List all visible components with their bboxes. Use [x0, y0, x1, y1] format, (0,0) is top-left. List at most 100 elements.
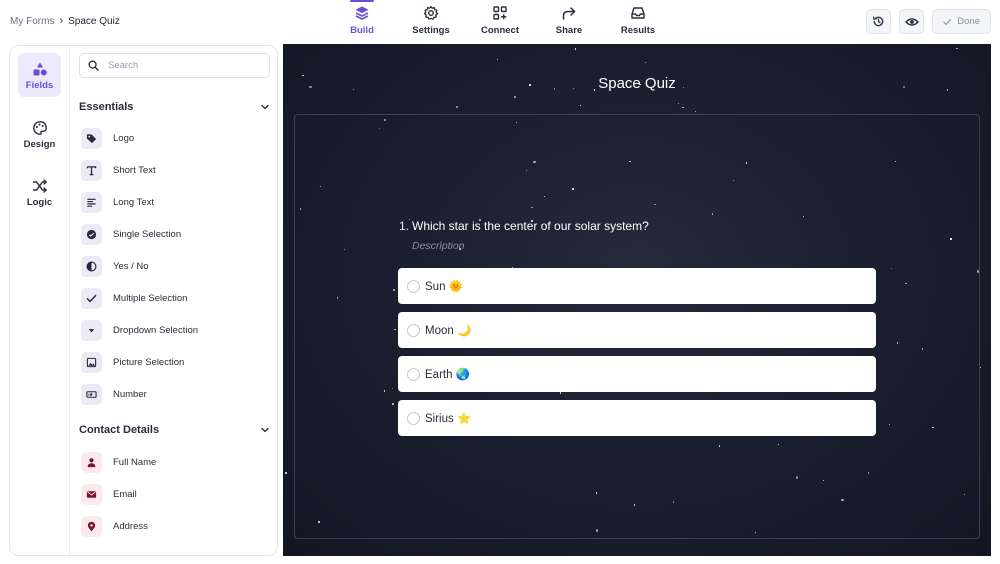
star-dot: [497, 58, 499, 61]
dropdown-icon: [81, 319, 102, 341]
builder-sidebar: Fields Design Logic Search Essentials Lo…: [9, 45, 278, 556]
rail-item-fields[interactable]: Fields: [18, 53, 61, 97]
location-pin-icon: [81, 515, 102, 537]
field-item-label: Long Text: [113, 196, 155, 208]
field-item-yes-no[interactable]: Yes / No: [81, 254, 266, 278]
answer-option-label: Moon 🌙: [425, 325, 472, 337]
answer-option[interactable]: Sun 🌞: [398, 268, 876, 304]
field-item-label: Dropdown Selection: [113, 324, 199, 336]
question-title[interactable]: Which star is the center of our solar sy…: [412, 219, 649, 233]
field-item-single-selection[interactable]: Single Selection: [81, 222, 266, 246]
field-item-label: Yes / No: [113, 260, 149, 272]
question-number: 1.: [399, 219, 410, 233]
tab-settings-label: Settings: [412, 25, 450, 36]
tab-build[interactable]: Build: [332, 0, 392, 36]
history-button[interactable]: [866, 9, 891, 34]
star-dot: [574, 48, 577, 50]
check-circle-icon: [81, 223, 102, 245]
grid-plus-icon: [493, 6, 507, 20]
field-item-label: Picture Selection: [113, 356, 185, 368]
field-item-full-name[interactable]: Full Name: [81, 450, 266, 474]
palette-icon: [32, 121, 47, 135]
gear-icon: [423, 5, 439, 20]
tab-results[interactable]: Results: [608, 5, 668, 36]
field-item-number[interactable]: Number: [81, 382, 266, 406]
answer-option-label: Earth 🌏: [425, 369, 471, 381]
rail-item-fields-label: Fields: [25, 80, 54, 91]
radio-button[interactable]: [407, 411, 420, 425]
tab-results-label: Results: [620, 25, 656, 36]
tab-connect[interactable]: Connect: [470, 5, 530, 36]
field-item-short-text[interactable]: Short Text: [81, 158, 266, 182]
radio-button[interactable]: [407, 323, 420, 337]
field-item-label: Address: [113, 520, 148, 532]
tab-share-label: Share: [555, 25, 583, 36]
answer-option[interactable]: Sirius ⭐: [398, 400, 876, 436]
chevron-down-icon: [261, 104, 269, 110]
field-item-label: Multiple Selection: [113, 292, 188, 304]
active-tab-indicator: [350, 0, 374, 2]
number-icon: [81, 383, 102, 405]
text-t-icon: [81, 159, 102, 181]
star-dot: [695, 110, 697, 113]
rail-item-logic[interactable]: Logic: [18, 170, 61, 214]
done-button[interactable]: Done: [932, 9, 991, 34]
tab-settings[interactable]: Settings: [401, 5, 461, 36]
field-item-label: Email: [113, 488, 137, 500]
field-item-label: Short Text: [113, 164, 156, 176]
chevron-down-icon: [261, 427, 269, 433]
top-bar: My Forms › Space Quiz Build Settings Con…: [0, 0, 1000, 44]
align-left-icon: [81, 191, 102, 213]
field-item-label: Single Selection: [113, 228, 182, 240]
search-icon: [88, 60, 99, 71]
answer-option-label: Sirius ⭐: [425, 413, 472, 425]
section-essentials-header[interactable]: Essentials: [79, 99, 270, 115]
check-icon: [943, 18, 951, 25]
person-icon: [81, 451, 102, 473]
image-icon: [81, 351, 102, 373]
field-item-logo[interactable]: Logo: [81, 126, 266, 150]
preview-button[interactable]: [899, 9, 924, 34]
section-title: Essentials: [79, 101, 134, 113]
rail-item-design[interactable]: Design: [18, 112, 61, 156]
field-item-label: Number: [113, 388, 147, 400]
field-item-email[interactable]: Email: [81, 482, 266, 506]
field-search[interactable]: [79, 53, 270, 78]
section-contact-details-header[interactable]: Contact Details: [79, 422, 270, 438]
history-icon: [872, 16, 884, 27]
radio-button[interactable]: [407, 367, 420, 381]
question-description[interactable]: Description: [412, 240, 465, 252]
checkmark-icon: [81, 287, 102, 309]
field-item-dropdown-selection[interactable]: Dropdown Selection: [81, 318, 266, 342]
yes-no-icon: [81, 255, 102, 277]
radio-button[interactable]: [407, 279, 420, 293]
star-dot: [645, 61, 647, 64]
answer-option-label: Sun 🌞: [425, 281, 463, 293]
field-item-label: Logo: [113, 132, 135, 144]
answer-option[interactable]: Moon 🌙: [398, 312, 876, 348]
rail-item-design-label: Design: [23, 139, 56, 150]
rail-item-logic-label: Logic: [26, 197, 53, 208]
field-item-long-text[interactable]: Long Text: [81, 190, 266, 214]
fields-list: Essentials Logo Short Text Long Text: [71, 46, 277, 555]
star-dot: [979, 366, 982, 368]
field-item-label: Full Name: [113, 456, 157, 468]
tag-icon: [81, 127, 102, 149]
shuffle-icon: [32, 179, 47, 193]
eye-icon: [904, 17, 919, 26]
star-dot: [677, 102, 680, 104]
form-title: Space Quiz: [598, 75, 676, 92]
search-input[interactable]: [108, 60, 248, 71]
field-item-picture-selection[interactable]: Picture Selection: [81, 350, 266, 374]
sidebar-rail: Fields Design Logic: [10, 46, 70, 555]
share-arrow-icon: [562, 7, 576, 20]
star-dot: [455, 105, 458, 109]
tab-share[interactable]: Share: [539, 5, 599, 36]
answer-option[interactable]: Earth 🌏: [398, 356, 876, 392]
tab-connect-label: Connect: [481, 25, 519, 36]
star-dot: [682, 106, 684, 109]
field-item-address[interactable]: Address: [81, 514, 266, 538]
field-item-multiple-selection[interactable]: Multiple Selection: [81, 286, 266, 310]
inbox-icon: [631, 7, 645, 19]
shapes-icon: [33, 62, 47, 76]
